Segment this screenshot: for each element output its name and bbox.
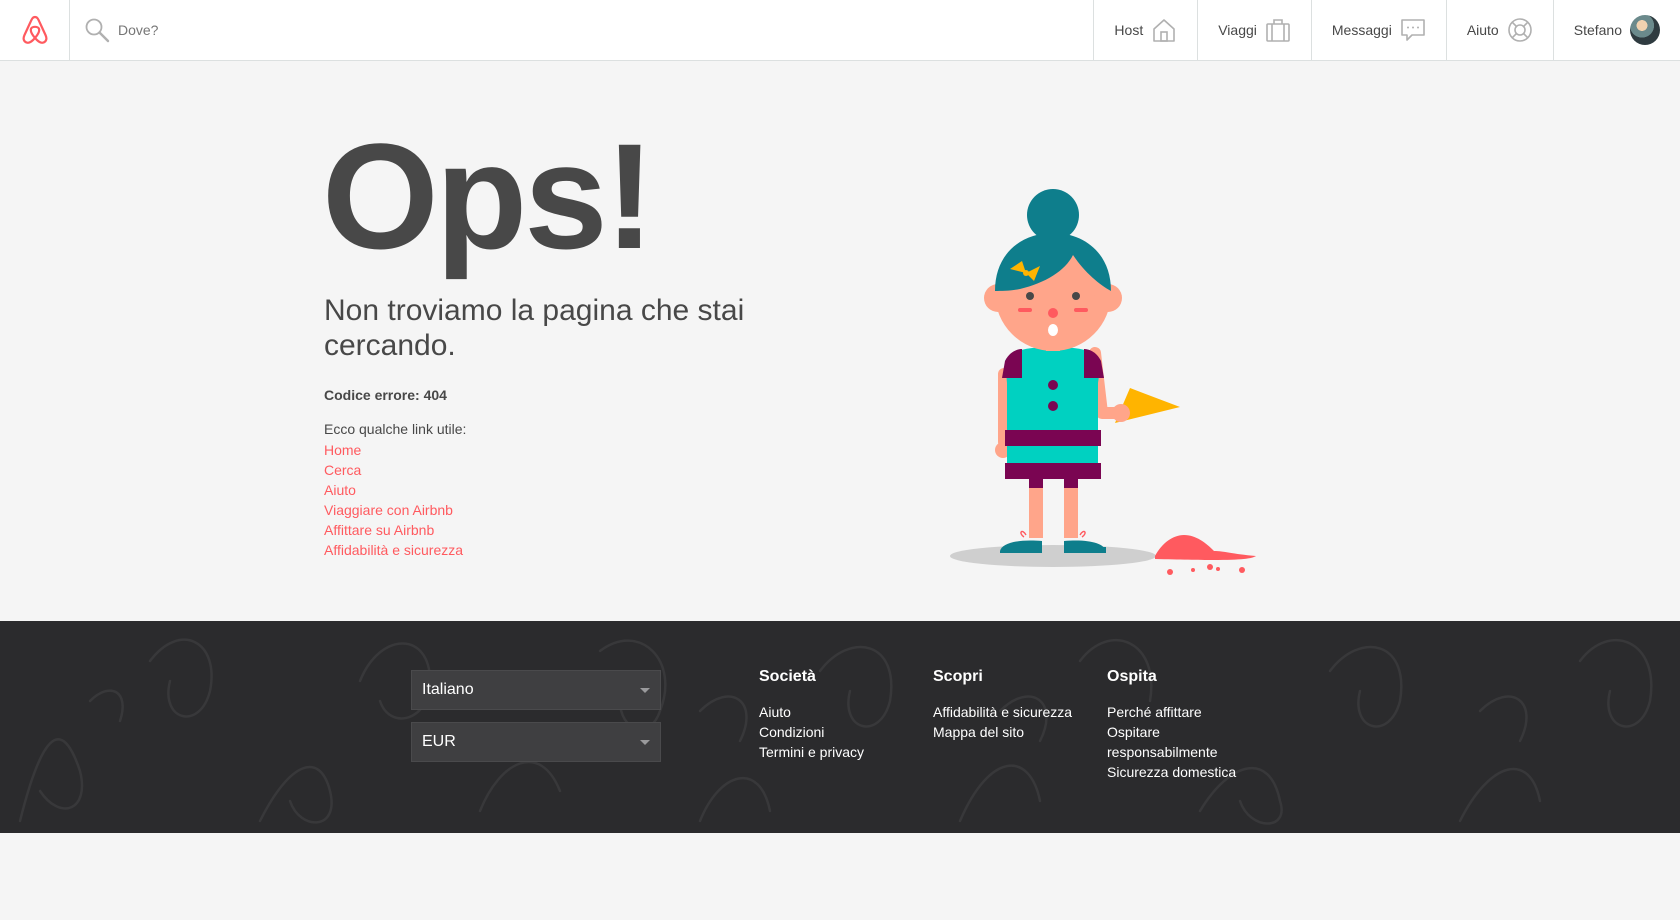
footer-column-discover: Scopri Affidabilità e sicurezza Mappa de… (933, 668, 1072, 742)
footer-link-responsible-hosting[interactable]: Ospitare (1107, 722, 1236, 742)
footer-link-responsible-hosting-cont[interactable]: responsabilmente (1107, 742, 1236, 762)
footer-column-title: Ospita (1107, 668, 1157, 685)
footer-link-privacy[interactable]: Termini e privacy (759, 742, 864, 762)
avatar (1630, 15, 1660, 45)
lifebuoy-icon (1507, 18, 1532, 42)
footer-link-why-host[interactable]: Perché affittare (1107, 702, 1236, 722)
house-icon (1153, 19, 1176, 42)
footer-column-host: Ospita Perché affittare Ospitare respons… (1107, 668, 1236, 782)
chevron-down-icon (640, 688, 650, 693)
error-subtitle: Non troviamo la pagina che stai cercando… (324, 294, 745, 362)
footer-column-title: Società (759, 668, 816, 685)
nav-messages-label: Messaggi (1331, 22, 1392, 38)
nav-messages[interactable]: Messaggi (1310, 0, 1446, 60)
footer-link-home-safety[interactable]: Sicurezza domestica (1107, 762, 1236, 782)
footer-link-sitemap[interactable]: Mappa del sito (933, 722, 1072, 742)
airbnb-logo-icon (22, 15, 47, 44)
airbnb-logo[interactable] (0, 0, 70, 60)
page-bottom-spacer (0, 833, 1680, 920)
error-page-content: Ops! Non troviamo la pagina che stai cer… (0, 61, 1680, 621)
nav-profile[interactable]: Stefano (1552, 0, 1680, 60)
nav-help-label: Aiuto (1466, 22, 1499, 38)
error-code: Codice errore: 404 (324, 387, 447, 403)
nav-trips-label: Viaggi (1218, 22, 1257, 38)
page-title: Ops! (322, 112, 655, 280)
currency-select[interactable]: EUR (411, 722, 661, 762)
chevron-down-icon (640, 740, 650, 745)
footer-column-company: Società Aiuto Condizioni Termini e priva… (759, 668, 864, 762)
speech-bubble-icon (1401, 19, 1425, 41)
footer-link-help[interactable]: Aiuto (759, 702, 864, 722)
girl-dropped-ice-cream-illustration (950, 189, 1256, 575)
footer-link-trust-safety[interactable]: Affidabilità e sicurezza (933, 702, 1072, 722)
link-home[interactable]: Home (324, 442, 361, 458)
search-input[interactable] (118, 22, 518, 38)
nav-help[interactable]: Aiuto (1445, 0, 1553, 60)
nav-trips[interactable]: Viaggi (1197, 0, 1311, 60)
language-select[interactable]: Italiano (411, 670, 661, 710)
nav-profile-label: Stefano (1573, 22, 1622, 38)
useful-links-list: Home Cerca Aiuto Viaggiare con Airbnb Af… (324, 440, 463, 560)
link-travel[interactable]: Viaggiare con Airbnb (324, 502, 453, 518)
link-help[interactable]: Aiuto (324, 482, 356, 498)
suitcase-icon (1266, 19, 1290, 42)
link-host[interactable]: Affittare su Airbnb (324, 522, 434, 538)
search-icon (85, 18, 110, 43)
footer-column-title: Scopri (933, 668, 983, 685)
top-nav-bar: Host Viaggi Messaggi Aiuto (0, 0, 1680, 61)
language-select-value: Italiano (422, 681, 474, 698)
nav-host[interactable]: Host (1093, 0, 1197, 60)
footer-link-terms[interactable]: Condizioni (759, 722, 864, 742)
nav-host-label: Host (1114, 22, 1144, 38)
link-search[interactable]: Cerca (324, 462, 361, 478)
search-bar[interactable] (70, 0, 1093, 60)
links-intro: Ecco qualche link utile: (324, 421, 467, 437)
footer: Italiano EUR Società Aiuto Condizioni Te… (0, 621, 1680, 833)
currency-select-value: EUR (422, 733, 456, 750)
link-trust-safety[interactable]: Affidabilità e sicurezza (324, 542, 463, 558)
